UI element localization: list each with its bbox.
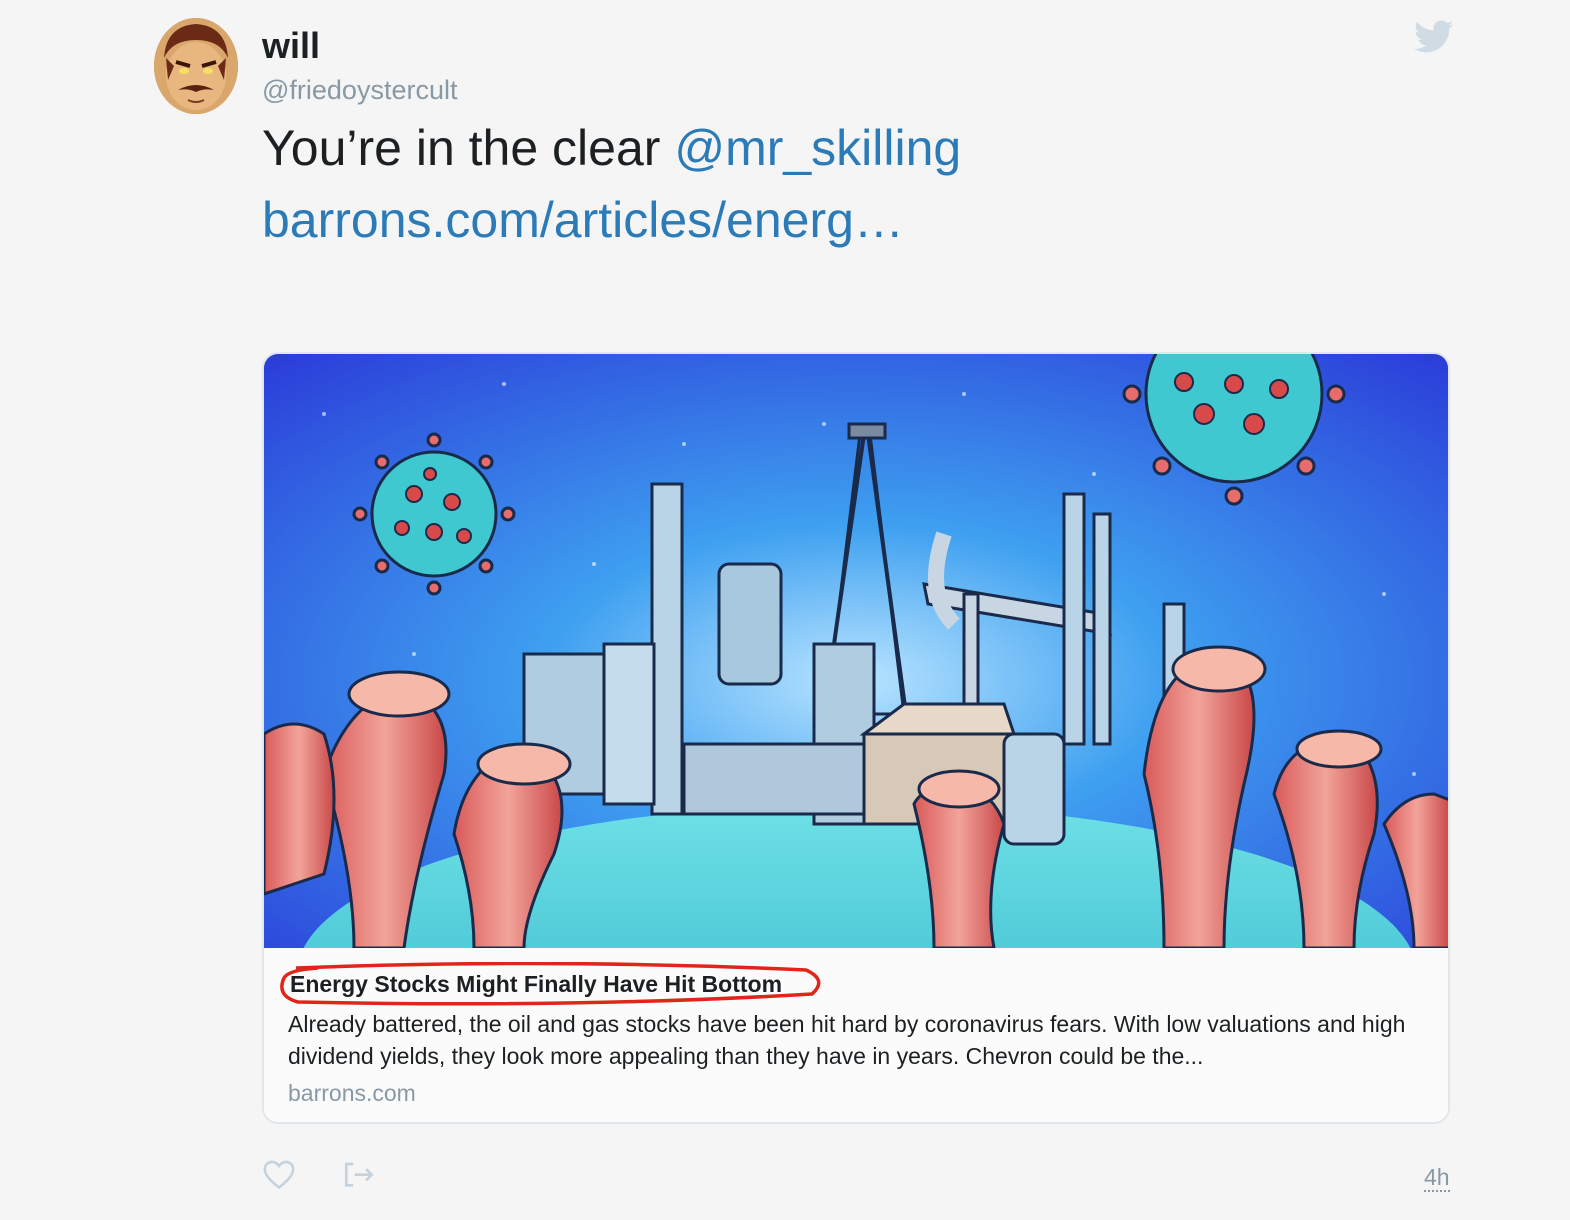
twitter-bird-icon[interactable] [1414,20,1454,54]
avatar[interactable] [154,18,238,114]
embedded-tweet: will @friedoystercult You’re in the clea… [0,0,1570,1220]
card-title-annotation: Energy Stocks Might Finally Have Hit Bot… [278,962,824,1006]
article-link[interactable]: barrons.com/articles/energ… [262,192,904,248]
link-card[interactable]: Energy Stocks Might Finally Have Hit Bot… [262,352,1450,1124]
heart-icon[interactable] [262,1158,296,1190]
card-image[interactable] [264,354,1448,948]
timestamp[interactable]: 4h [1424,1164,1450,1192]
mention-link[interactable]: @mr_skilling [674,120,961,176]
card-title[interactable]: Energy Stocks Might Finally Have Hit Bot… [290,970,782,998]
share-icon[interactable] [342,1158,376,1190]
tweet-text: You’re in the clear @mr_skilling barrons… [262,112,1442,256]
display-name[interactable]: will [262,26,320,66]
oil-refinery-illustration-icon [264,354,1448,948]
user-handle[interactable]: @friedoystercult [262,74,457,106]
card-description: Already battered, the oil and gas stocks… [288,1011,1406,1069]
tweet-text-body: You’re in the clear [262,120,675,176]
card-domain: barrons.com [288,1080,416,1106]
